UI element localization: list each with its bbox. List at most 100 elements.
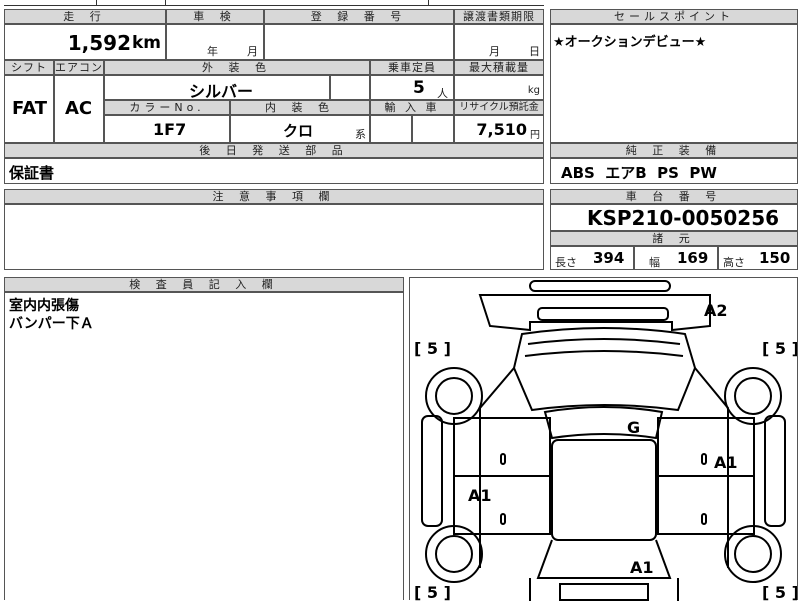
standard-equipment-value: ABS エアB PS PW — [561, 164, 717, 182]
interior-color-value: クロ — [283, 122, 314, 140]
transfer-deadline-header: 譲渡書類期限 — [454, 9, 544, 24]
notes-header: 注 意 事 項 欄 — [4, 189, 544, 204]
handle-lr — [500, 513, 506, 525]
registration-cell — [264, 24, 454, 60]
import-cell-right — [412, 115, 454, 143]
chassis-header: 車 台 番 号 — [550, 189, 798, 204]
spec-height-label: 高さ — [723, 256, 745, 269]
color-no-value: 1F7 — [153, 120, 187, 139]
top-strip-fragment-2 — [428, 0, 548, 6]
spec-height-cell: 高さ 150 — [718, 246, 798, 270]
standard-equipment-header: 純 正 装 備 — [550, 143, 798, 158]
damage-diagram-frame: [ 5 ] [ 5 ] [ 5 ] [ 5 ] G A2 A1 A1 A1 — [409, 277, 798, 601]
recycle-value: 7,510 — [476, 120, 527, 139]
inspector-line-2: バンパー下Ａ — [9, 316, 94, 332]
mileage-cell: 1,592 km — [4, 24, 166, 60]
spec-width-label: 幅 — [649, 256, 660, 269]
wheel-rl-inner — [435, 535, 473, 573]
shift-cell: FAT — [4, 75, 54, 143]
mark-right-door: A1 — [714, 453, 738, 472]
handle-lf — [500, 453, 506, 465]
sales-point-header: セールスポイント — [550, 9, 798, 24]
accessories-value: 保証書 — [9, 164, 55, 182]
tire-fl-value: 5 — [427, 339, 438, 358]
spec-length-cell: 長さ 394 — [550, 246, 634, 270]
wheel-fr-inner — [734, 377, 772, 415]
tire-rl-label: [ 5 ] — [414, 583, 451, 601]
rear-bumper — [559, 583, 649, 601]
front-bumper-outline — [529, 280, 671, 292]
spec-height-value: 150 — [759, 249, 791, 267]
interior-color-cell: クロ 系 — [230, 115, 370, 143]
import-header: 輸 入 車 — [370, 100, 454, 115]
left-front-door — [453, 417, 551, 477]
transfer-deadline-cell: 月 日 — [454, 24, 544, 60]
mileage-value: 1,592 — [67, 31, 131, 55]
spec-length-label: 長さ — [555, 256, 577, 269]
bumper-outline — [478, 294, 711, 332]
chassis-cell: KSP210-0050256 — [550, 204, 798, 231]
windshield-outline — [543, 406, 664, 440]
exterior-color-cell: シルバー — [104, 75, 330, 101]
specs-header: 諸 元 — [550, 231, 798, 246]
tire-rl-value: 5 — [427, 583, 438, 601]
capacity-cell: 5 人 — [370, 75, 454, 100]
shift-value: FAT — [12, 98, 48, 119]
capacity-header: 乗車定員 — [370, 60, 454, 75]
notes-cell — [4, 204, 544, 270]
left-rear-door — [453, 475, 551, 535]
interior-color-suffix: 系 — [355, 128, 366, 141]
max-load-cell: kg — [454, 75, 544, 100]
spec-width-value: 169 — [677, 249, 709, 267]
sales-point-cell: ★オークションデビュー★ — [550, 24, 798, 143]
interior-color-header: 内 装 色 — [230, 100, 370, 115]
accessories-header: 後 日 発 送 部 品 — [4, 143, 544, 158]
recycle-cell: 7,510 円 — [454, 115, 544, 143]
right-front-door — [657, 417, 755, 477]
recycle-header: リサイクル預託金 — [454, 100, 544, 115]
transfer-day-unit: 日 — [529, 45, 540, 58]
spec-width-cell: 幅 169 — [634, 246, 718, 270]
inspection-year-unit: 年 — [207, 45, 218, 58]
left-skirt — [421, 415, 443, 527]
right-rear-door — [657, 475, 755, 535]
roof-outline — [551, 439, 657, 541]
mark-rear: A1 — [630, 558, 654, 577]
transfer-month-unit: 月 — [489, 45, 500, 58]
import-cell-left — [370, 115, 412, 143]
wheel-fl-inner — [435, 377, 473, 415]
grille-outline — [537, 307, 669, 321]
capacity-value: 5 — [413, 78, 425, 98]
mileage-header: 走 行 — [4, 9, 166, 24]
handle-rf — [701, 453, 707, 465]
mark-hood: G — [627, 418, 640, 437]
hood-line-1 — [527, 338, 681, 345]
registration-header: 登 録 番 号 — [264, 9, 454, 24]
tire-fr-value: 5 — [775, 339, 786, 358]
mark-left-door: A1 — [468, 486, 492, 505]
inspection-cell: 年 月 — [166, 24, 264, 60]
shift-header: シフト — [4, 60, 54, 75]
mileage-unit: km — [131, 33, 161, 53]
aircon-cell: AC — [54, 75, 104, 143]
mark-front-bumper: A2 — [704, 301, 728, 320]
aircon-value: AC — [65, 98, 93, 119]
hood-outline — [512, 327, 697, 412]
inspection-month-unit: 月 — [247, 45, 258, 58]
car-diagram: [ 5 ] [ 5 ] [ 5 ] [ 5 ] G A2 A1 A1 A1 — [414, 280, 797, 601]
exterior-color-header: 外 装 色 — [104, 60, 370, 75]
max-load-header: 最大積載量 — [454, 60, 544, 75]
left-side — [479, 367, 515, 568]
capacity-unit: 人 — [437, 87, 448, 100]
chassis-value: KSP210-0050256 — [587, 206, 780, 230]
accessories-cell: 保証書 — [4, 158, 544, 184]
exterior-color-extra — [330, 75, 370, 100]
aircon-header: エアコン — [54, 60, 104, 75]
tire-fl-label: [ 5 ] — [414, 339, 451, 358]
right-skirt — [764, 415, 786, 527]
top-strip-fragment — [96, 0, 166, 6]
standard-equipment-cell: ABS エアB PS PW — [550, 158, 798, 184]
color-no-header: カラーNo. — [104, 100, 230, 115]
inspection-header: 車 検 — [166, 9, 264, 24]
inspector-line-1: 室内内張傷 — [9, 298, 79, 314]
